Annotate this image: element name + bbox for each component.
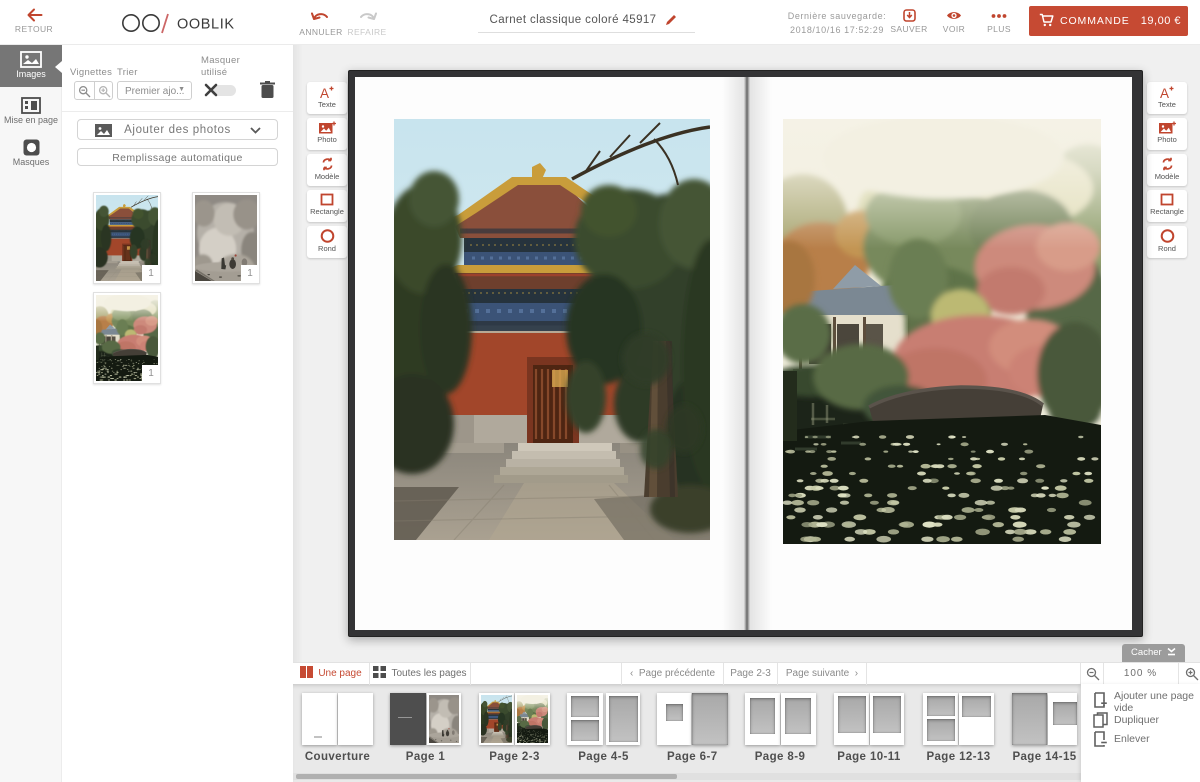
svg-text:A: A <box>1160 86 1169 99</box>
svg-text:OOBLIK: OOBLIK <box>177 17 235 33</box>
svg-text:A: A <box>320 86 329 99</box>
